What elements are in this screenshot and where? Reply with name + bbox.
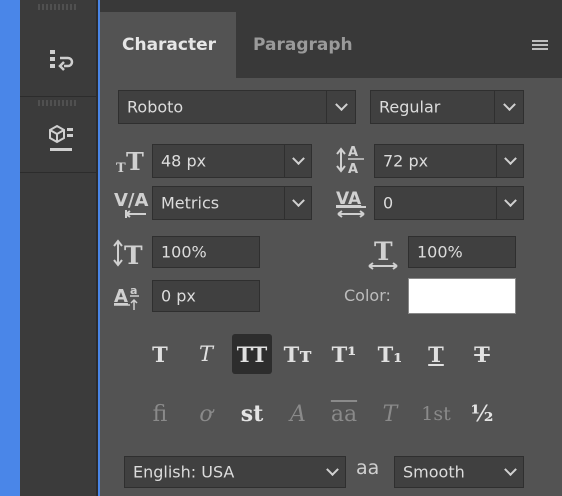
font-size-icon: T T xyxy=(116,144,148,178)
chevron-down-icon[interactable] xyxy=(284,145,311,177)
tool-divider xyxy=(20,96,96,97)
ordinals-glyph: 1st xyxy=(421,403,451,425)
faux-bold-button[interactable]: T xyxy=(140,334,180,374)
panel-tab-bar: Character Paragraph xyxy=(100,12,562,78)
leading-icon: A A xyxy=(334,140,370,178)
ligatures-button[interactable]: fi xyxy=(140,394,180,434)
faux-bold-glyph: T xyxy=(152,341,168,367)
swash-button[interactable]: A xyxy=(278,394,318,434)
chevron-down-icon[interactable] xyxy=(326,91,355,123)
font-size-value: 48 px xyxy=(161,151,207,171)
leading-value: 72 px xyxy=(383,151,429,171)
svg-text:T: T xyxy=(126,147,144,176)
superscript-glyph: T¹ xyxy=(331,341,357,367)
tracking-select[interactable]: 0 xyxy=(374,186,524,220)
strikethrough-glyph: T xyxy=(474,341,490,367)
font-family-value: Roboto xyxy=(127,97,184,117)
horizontal-scale-input[interactable]: 100% xyxy=(408,236,516,268)
faux-italic-glyph: T xyxy=(198,342,213,366)
ligatures-glyph: fi xyxy=(152,401,168,427)
anti-alias-select[interactable]: Smooth xyxy=(394,456,524,488)
history-icon[interactable] xyxy=(48,48,74,74)
panel-menu-icon[interactable] xyxy=(532,40,548,52)
horizontal-scale-icon: T xyxy=(366,234,402,272)
all-caps-glyph: TT xyxy=(236,341,268,367)
kerning-icon: V/A xyxy=(112,186,150,222)
vertical-scale-input[interactable]: 100% xyxy=(152,236,260,268)
font-style-value: Regular xyxy=(379,97,441,117)
stylistic-alternates-st-glyph: st xyxy=(240,401,264,427)
svg-text:V/A: V/A xyxy=(114,190,149,211)
kerning-value: Metrics xyxy=(161,193,220,213)
stylistic-alternates-button[interactable]: T xyxy=(370,394,410,434)
leading-select[interactable]: 72 px xyxy=(374,144,524,178)
tool-divider-2 xyxy=(20,172,96,173)
character-panel: Character Paragraph Roboto Regular T T 4… xyxy=(100,0,562,496)
chevron-down-icon[interactable] xyxy=(284,187,311,219)
font-size-select[interactable]: 48 px xyxy=(152,144,312,178)
baseline-shift-icon: A a xyxy=(112,280,148,316)
chevron-down-icon[interactable] xyxy=(496,145,523,177)
fractions-glyph: ½ xyxy=(470,401,494,427)
discretionary-ligatures-glyph: ơ xyxy=(199,401,213,427)
underline-button[interactable]: T xyxy=(416,334,456,374)
svg-text:A: A xyxy=(114,286,128,307)
svg-text:T: T xyxy=(374,237,393,266)
ordinals-button[interactable]: 1st xyxy=(416,394,456,434)
small-caps-button[interactable]: Tт xyxy=(278,334,318,374)
fractions-button[interactable]: ½ xyxy=(462,394,502,434)
titling-alternates-glyph: aa xyxy=(330,401,358,427)
svg-text:A: A xyxy=(348,145,358,160)
vertical-scale-icon: T xyxy=(112,236,148,270)
panel-top-bar[interactable] xyxy=(100,0,562,12)
small-caps-glyph: Tт xyxy=(283,341,313,367)
font-family-select[interactable]: Roboto xyxy=(118,90,356,124)
kerning-select[interactable]: Metrics xyxy=(152,186,312,220)
svg-text:T: T xyxy=(116,161,126,176)
baseline-shift-value: 0 px xyxy=(161,286,196,306)
chevron-down-icon[interactable] xyxy=(319,457,345,487)
anti-alias-icon: aa xyxy=(356,457,380,479)
tab-character[interactable]: Character xyxy=(100,12,236,78)
font-style-select[interactable]: Regular xyxy=(370,90,524,124)
language-value: English: USA xyxy=(133,462,235,482)
swash-glyph: A xyxy=(290,401,306,427)
3d-cube-icon[interactable] xyxy=(46,124,76,154)
faux-italic-button[interactable]: T xyxy=(186,334,226,374)
baseline-shift-input[interactable]: 0 px xyxy=(152,280,260,312)
color-label: Color: xyxy=(344,286,391,305)
chevron-down-icon[interactable] xyxy=(494,91,523,123)
tool-strip xyxy=(20,0,98,496)
underline-glyph: T xyxy=(428,341,444,367)
svg-text:A: A xyxy=(348,162,358,177)
language-select[interactable]: English: USA xyxy=(124,456,346,488)
tracking-value: 0 xyxy=(383,193,394,213)
chevron-down-icon[interactable] xyxy=(496,187,523,219)
tool-strip-grip-2[interactable] xyxy=(20,100,96,106)
horizontal-scale-value: 100% xyxy=(417,242,463,262)
subscript-glyph: T₁ xyxy=(377,341,403,367)
anti-alias-value: Smooth xyxy=(403,462,465,482)
chevron-down-icon[interactable] xyxy=(497,457,523,487)
stylistic-alternates-glyph: T xyxy=(382,401,398,427)
color-swatch[interactable] xyxy=(408,278,516,314)
tracking-icon: VA xyxy=(334,184,370,222)
tab-paragraph[interactable]: Paragraph xyxy=(236,12,366,78)
titling-alternates-button[interactable]: aa xyxy=(324,394,364,434)
strikethrough-button[interactable]: T xyxy=(462,334,502,374)
svg-text:T: T xyxy=(124,241,143,270)
discretionary-ligatures-button[interactable]: ơ xyxy=(186,394,226,434)
all-caps-button[interactable]: TT xyxy=(232,334,272,374)
vertical-scale-value: 100% xyxy=(161,242,207,262)
superscript-button[interactable]: T¹ xyxy=(324,334,364,374)
tool-strip-grip[interactable] xyxy=(20,4,96,10)
subscript-button[interactable]: T₁ xyxy=(370,334,410,374)
svg-text:a: a xyxy=(130,284,137,297)
stylistic-alternates-st-button[interactable]: st xyxy=(232,394,272,434)
